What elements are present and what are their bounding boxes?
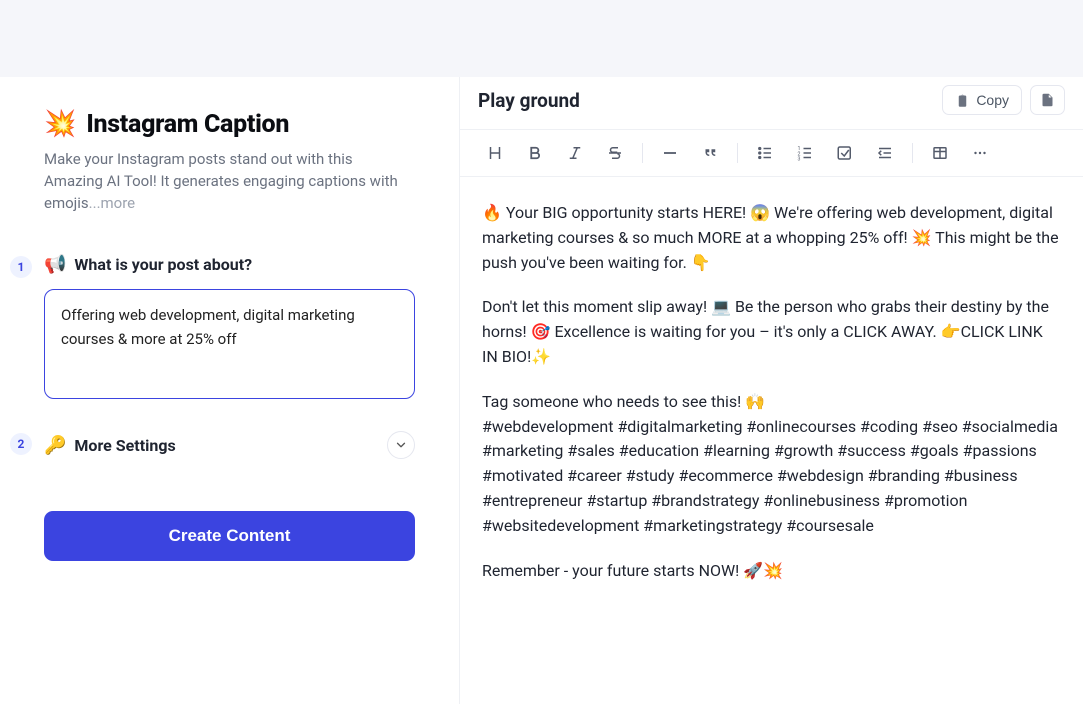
page-title-row: 💥 Instagram Caption [44, 109, 415, 139]
hr-button[interactable] [653, 138, 687, 168]
step-1-label: 📢 What is your post about? [44, 254, 415, 275]
outdent-icon [876, 144, 894, 162]
megaphone-icon: 📢 [44, 254, 66, 275]
ordered-list-button[interactable]: 123 [788, 138, 822, 168]
document-icon [1040, 92, 1055, 108]
copy-label: Copy [976, 92, 1009, 108]
create-content-button[interactable]: Create Content [44, 511, 415, 561]
toolbar-separator [912, 143, 913, 163]
table-button[interactable] [923, 138, 957, 168]
ordered-list-icon: 123 [796, 144, 814, 162]
checklist-icon [836, 144, 854, 162]
chevron-down-icon [394, 438, 408, 452]
clipboard-icon [955, 93, 970, 108]
expand-settings-button[interactable] [387, 431, 415, 459]
more-button[interactable] [963, 138, 997, 168]
post-about-input[interactable] [44, 289, 415, 399]
bold-button[interactable] [518, 138, 552, 168]
key-icon: 🔑 [44, 435, 66, 456]
ellipsis-icon [971, 144, 989, 162]
strike-button[interactable] [598, 138, 632, 168]
playground-panel: Play ground Copy [460, 77, 1083, 704]
config-panel: 💥 Instagram Caption Make your Instagram … [0, 77, 460, 704]
page-title: Instagram Caption [86, 110, 289, 139]
checklist-button[interactable] [828, 138, 862, 168]
heading-button[interactable] [478, 138, 512, 168]
step-2-text: More Settings [74, 436, 175, 455]
paragraph-1: 🔥 Your BIG opportunity starts HERE! 😱 We… [482, 201, 1061, 275]
table-icon [931, 144, 949, 162]
svg-text:3: 3 [798, 157, 801, 163]
toolbar-separator [737, 143, 738, 163]
playground-header: Play ground Copy [460, 77, 1083, 129]
editor-content[interactable]: 🔥 Your BIG opportunity starts HERE! 😱 We… [460, 177, 1083, 627]
bullet-list-icon [756, 144, 774, 162]
more-link[interactable]: more [101, 194, 136, 212]
paragraph-2: Don't let this moment slip away! 💻 Be th… [482, 295, 1061, 369]
italic-button[interactable] [558, 138, 592, 168]
heading-icon [486, 144, 504, 162]
quote-button[interactable] [693, 138, 727, 168]
toolbar-separator [642, 143, 643, 163]
sparkle-icon: 💥 [44, 109, 76, 139]
bold-icon [526, 144, 544, 162]
editor-toolbar: 123 [460, 129, 1083, 177]
quote-icon [701, 144, 719, 162]
subtitle: Make your Instagram posts stand out with… [44, 149, 415, 214]
italic-icon [566, 144, 584, 162]
step-2: 2 🔑 More Settings [44, 431, 415, 459]
step-badge-1: 1 [10, 256, 32, 278]
ellipsis: ... [89, 194, 101, 212]
copy-button[interactable]: Copy [942, 85, 1022, 115]
document-button[interactable] [1030, 85, 1065, 115]
step-2-label: 🔑 More Settings [44, 435, 176, 456]
step-badge-2: 2 [10, 433, 32, 455]
step-1: 1 📢 What is your post about? [44, 254, 415, 403]
paragraph-4: Remember - your future starts NOW! 🚀💥 [482, 559, 1061, 584]
strikethrough-icon [606, 144, 624, 162]
horizontal-rule-icon [661, 144, 679, 162]
bullet-list-button[interactable] [748, 138, 782, 168]
playground-title: Play ground [478, 89, 580, 112]
step-1-text: What is your post about? [74, 255, 252, 274]
outdent-button[interactable] [868, 138, 902, 168]
paragraph-3: Tag someone who needs to see this! 🙌 #we… [482, 390, 1061, 539]
